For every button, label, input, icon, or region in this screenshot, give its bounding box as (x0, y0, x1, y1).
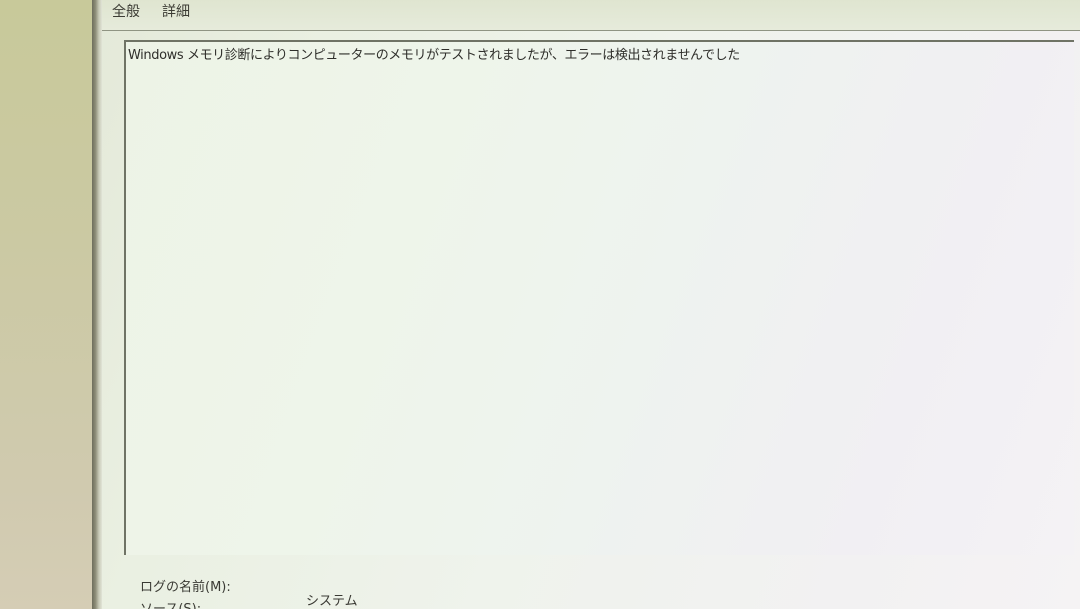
event-description-textbox[interactable]: Windows メモリ診断によりコンピューターのメモリがテストされましたが、エラ… (124, 40, 1074, 555)
event-properties-dialog: 全般 詳細 Windows メモリ診断によりコンピューターのメモリがテストされま… (102, 0, 1080, 609)
source-label: ソース(S): (140, 598, 201, 609)
tab-details[interactable]: 詳細 (158, 2, 194, 26)
log-name-label: ログの名前(M): (140, 580, 231, 595)
tab-general[interactable]: 全般 (108, 2, 144, 26)
background-desktop (0, 0, 92, 609)
log-name-value: システム (306, 594, 358, 609)
window-border (92, 0, 102, 609)
event-description-text: Windows メモリ診断によりコンピューターのメモリがテストされましたが、エラ… (128, 48, 740, 63)
tab-strip: 全般 詳細 (102, 0, 1080, 31)
